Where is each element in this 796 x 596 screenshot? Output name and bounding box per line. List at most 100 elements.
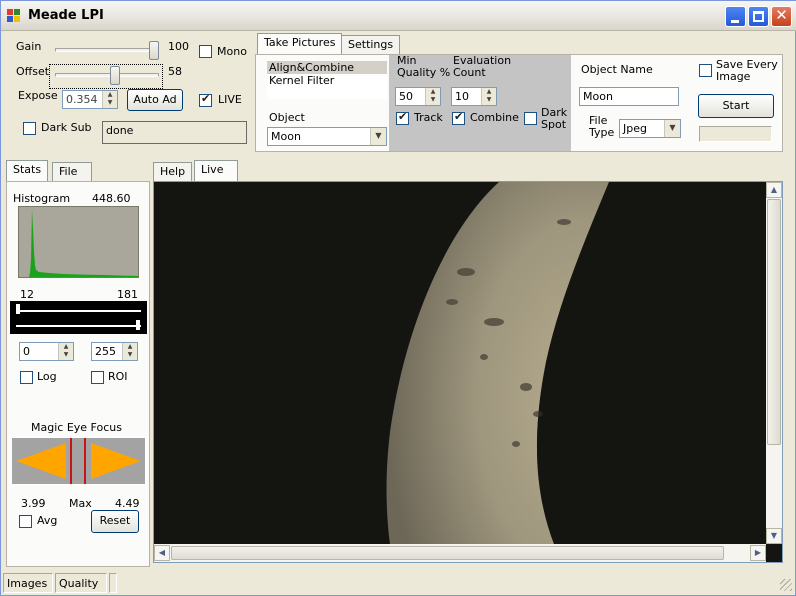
object-name-label: Object Name: [581, 63, 653, 76]
resize-grip[interactable]: [780, 579, 792, 591]
status-box: done: [102, 121, 247, 144]
dark-spot-checkbox[interactable]: [524, 112, 537, 125]
triangle-left-icon: [16, 443, 66, 479]
track-label: Track: [414, 111, 443, 124]
auto-adjust-button[interactable]: Auto Ad: [127, 89, 183, 111]
object-name-value: Moon: [583, 90, 613, 103]
log-checkbox[interactable]: [20, 371, 33, 384]
histogram-range-slider[interactable]: [10, 301, 147, 334]
evaluation-count-spinner[interactable]: ▲ ▼: [481, 88, 496, 105]
avg-checkbox[interactable]: [19, 515, 32, 528]
spin-up-icon: ▲: [486, 88, 492, 95]
range-low-handle[interactable]: [16, 304, 20, 314]
log-label: Log: [37, 370, 57, 383]
status-images: Images: [3, 573, 53, 593]
object-value: Moon: [271, 130, 301, 143]
chevron-down-icon: ▼: [669, 123, 676, 132]
evaluation-count-input[interactable]: 10 ▲ ▼: [451, 87, 497, 106]
scroll-left-button[interactable]: ◀: [154, 545, 170, 561]
start-button[interactable]: Start: [698, 94, 774, 118]
moon-image: [154, 182, 766, 544]
roi-checkbox[interactable]: [91, 371, 104, 384]
triangle-right-icon: [91, 443, 141, 479]
tab-stats[interactable]: Stats: [6, 160, 49, 182]
status-extra: [109, 573, 117, 593]
min-quality-spinner[interactable]: ▲ ▼: [425, 88, 440, 105]
gain-slider[interactable]: [149, 41, 159, 60]
tab-settings[interactable]: Settings: [341, 35, 401, 55]
mode-list[interactable]: Align&Combine Kernel Filter: [267, 61, 387, 99]
file-type-dropdown-button[interactable]: ▼: [664, 120, 680, 137]
spin-up-icon: ▲: [127, 343, 133, 350]
max-level-value: 255: [95, 345, 116, 358]
magic-eye-focus-display: [11, 437, 146, 485]
histogram-label: Histogram: [13, 192, 71, 205]
tab-live[interactable]: Live: [194, 160, 238, 182]
capture-progress-bar: [699, 126, 772, 142]
maximize-button[interactable]: [748, 6, 769, 27]
min-quality-value: 50: [399, 90, 413, 103]
object-select[interactable]: Moon ▼: [267, 127, 387, 146]
title-bar[interactable]: Meade LPI ✕: [1, 1, 796, 31]
live-checkbox[interactable]: [199, 92, 212, 107]
maximize-icon: [753, 11, 764, 22]
spin-up-icon: ▲: [63, 343, 69, 350]
avg-label: Avg: [37, 514, 58, 527]
histogram-value: 448.60: [92, 192, 131, 205]
file-type-select[interactable]: Jpeg ▼: [619, 119, 681, 138]
scroll-right-button[interactable]: ▶: [750, 545, 766, 561]
window-title: Meade LPI: [28, 8, 104, 23]
track-checkbox[interactable]: [396, 110, 409, 125]
expose-input[interactable]: 0.354 ▲ ▼: [62, 90, 118, 109]
spin-down-icon: ▼: [486, 96, 492, 103]
max-level-input[interactable]: 255 ▲ ▼: [91, 342, 138, 361]
expose-value: 0.354: [66, 93, 98, 106]
offset-slider[interactable]: [109, 66, 120, 85]
combine-label: Combine: [470, 111, 519, 124]
min-level-input[interactable]: 0 ▲ ▼: [19, 342, 74, 361]
evaluation-count-value: 10: [455, 90, 469, 103]
expose-spinner[interactable]: ▲ ▼: [102, 91, 117, 108]
max-level-spinner[interactable]: ▲ ▼: [122, 343, 137, 360]
focus-max-label: Max: [69, 497, 92, 510]
min-level-spinner[interactable]: ▲ ▼: [58, 343, 73, 360]
chevron-down-icon: ▼: [770, 531, 778, 540]
tab-help[interactable]: Help: [153, 162, 193, 182]
reset-button[interactable]: Reset: [91, 510, 139, 533]
dark-sub-checkbox[interactable]: [23, 122, 36, 135]
roi-label: ROI: [108, 370, 128, 383]
offset-slider-track[interactable]: [55, 73, 159, 77]
mode-item-align-combine[interactable]: Align&Combine: [267, 61, 387, 74]
chevron-left-icon: ◀: [158, 548, 166, 557]
horizontal-scroll-thumb[interactable]: [171, 546, 724, 560]
offset-value: 58: [168, 65, 182, 78]
mono-checkbox[interactable]: [199, 45, 212, 58]
spin-down-icon: ▼: [430, 96, 436, 103]
save-every-image-checkbox[interactable]: [699, 64, 712, 77]
main-window: Meade LPI ✕ Gain 100 Mono Offset 58 Expo…: [0, 0, 796, 596]
live-image-view[interactable]: ▲ ▼ ◀ ▶: [153, 181, 783, 563]
close-button[interactable]: ✕: [771, 6, 792, 27]
scroll-up-button[interactable]: ▲: [766, 182, 782, 198]
histogram-range-low: 12: [20, 288, 34, 301]
mode-item-kernel-filter[interactable]: Kernel Filter: [267, 74, 387, 87]
range-high-handle[interactable]: [136, 320, 140, 330]
vertical-scrollbar[interactable]: ▲ ▼: [766, 182, 782, 544]
evaluation-count-label: Evaluation Count: [453, 54, 512, 79]
min-quality-input[interactable]: 50 ▲ ▼: [395, 87, 441, 106]
tab-take-pictures[interactable]: Take Pictures: [257, 33, 343, 55]
object-label: Object: [269, 111, 305, 124]
scroll-down-button[interactable]: ▼: [766, 528, 782, 544]
minimize-button[interactable]: [725, 6, 746, 27]
min-quality-label: Min Quality %: [397, 54, 451, 79]
object-dropdown-button[interactable]: ▼: [370, 128, 386, 145]
tab-file[interactable]: File: [52, 162, 92, 182]
horizontal-scrollbar[interactable]: ◀ ▶: [154, 544, 766, 562]
vertical-scroll-thumb[interactable]: [767, 199, 781, 445]
gain-slider-track[interactable]: [55, 48, 159, 52]
combine-checkbox[interactable]: [452, 110, 465, 125]
chevron-up-icon: ▲: [770, 185, 778, 194]
spin-down-icon: ▼: [127, 351, 133, 358]
object-name-input[interactable]: Moon: [579, 87, 679, 106]
gain-value: 100: [168, 40, 189, 53]
